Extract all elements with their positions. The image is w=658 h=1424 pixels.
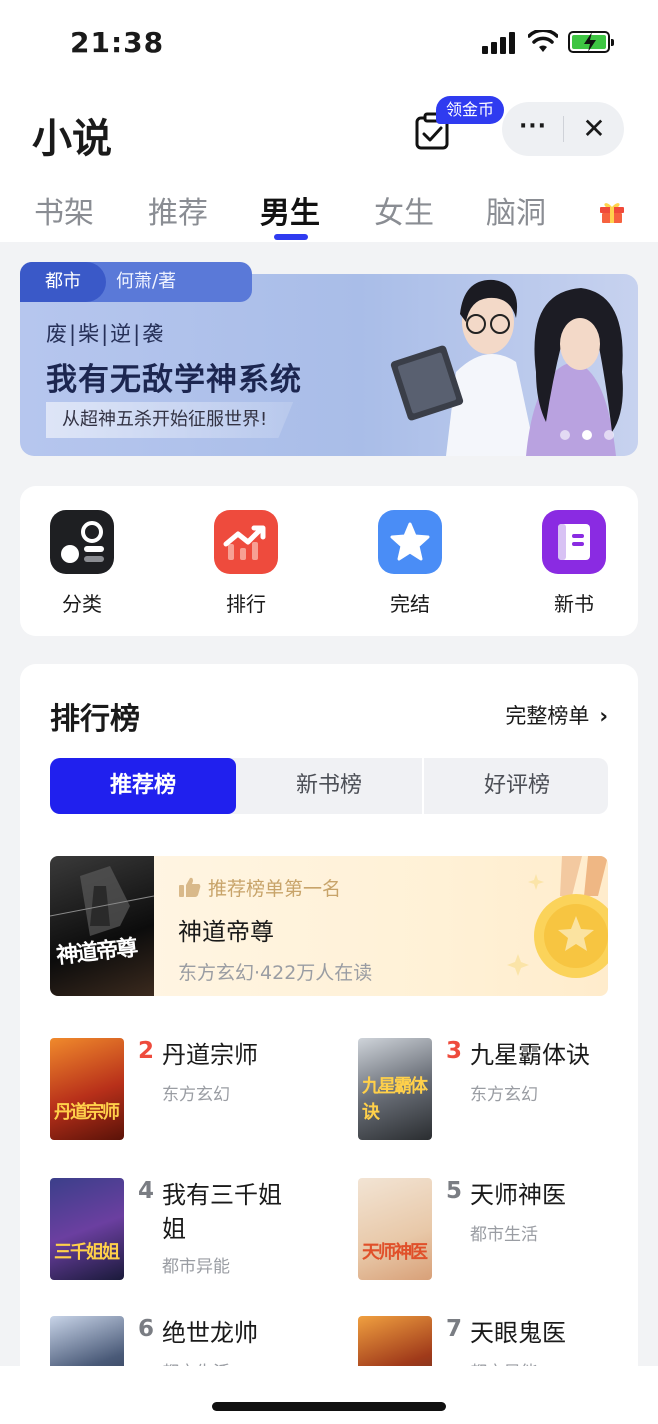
entry-category[interactable]: 分类 bbox=[42, 510, 122, 620]
list-item-rank-2[interactable]: 丹道宗师 2 丹道宗师 东方玄幻 bbox=[50, 1038, 320, 1148]
rank-number: 3 bbox=[446, 1038, 463, 1064]
tab-new-books-list[interactable]: 新书榜 bbox=[236, 758, 422, 814]
entry-ranking[interactable]: 排行 bbox=[206, 510, 286, 620]
full-list-link[interactable]: 完整榜单 › bbox=[505, 700, 608, 730]
top1-kicker-label: 推荐榜单第一名 bbox=[208, 878, 342, 900]
cover-title: 丹道宗师 bbox=[54, 1102, 120, 1123]
book-title: 丹道宗师 bbox=[162, 1041, 258, 1069]
active-tab-indicator bbox=[274, 234, 308, 240]
gold-medal-icon bbox=[507, 856, 608, 978]
quick-entry-card: 分类 排行 完结 新书 bbox=[20, 486, 638, 636]
book-title: 我有三千姐姐 bbox=[162, 1181, 282, 1243]
book-genre: 都市异能 bbox=[162, 1257, 230, 1277]
book-genre: 都市生活 bbox=[470, 1225, 538, 1245]
signal-icon bbox=[482, 30, 516, 54]
wifi-icon bbox=[528, 30, 558, 52]
charging-icon bbox=[584, 32, 596, 52]
star-icon bbox=[378, 510, 442, 574]
book-title: 九星霸体诀 bbox=[470, 1041, 590, 1069]
cover-title: 天师神医 bbox=[362, 1242, 428, 1263]
list-item-rank-4[interactable]: 三千姐姐 4 我有三千姐姐 都市异能 bbox=[50, 1178, 320, 1288]
thumbs-up-icon bbox=[179, 877, 201, 897]
banner-genre: 都市 bbox=[20, 262, 106, 302]
book-cover: 天师神医 bbox=[358, 1178, 432, 1280]
status-time: 21:38 bbox=[70, 26, 165, 59]
miniapp-capsule: ··· ✕ bbox=[502, 102, 624, 156]
chevron-right-icon: › bbox=[599, 704, 608, 728]
rank-number: 7 bbox=[446, 1316, 463, 1342]
tab-recommend[interactable]: 推荐 bbox=[148, 188, 208, 232]
entry-new-books[interactable]: 新书 bbox=[534, 510, 614, 620]
channel-tabs: 书架 推荐 男生 女生 脑洞 bbox=[0, 188, 658, 238]
top1-kicker: 推荐榜单第一名 bbox=[178, 874, 341, 901]
list-item-rank-3[interactable]: 九星霸体诀 3 九星霸体诀 东方玄幻 bbox=[358, 1038, 628, 1148]
home-indicator[interactable] bbox=[212, 1402, 446, 1411]
book-cover: 神道帝尊 bbox=[50, 856, 154, 996]
banner-slogan: 从超神五杀开始征服世界! bbox=[46, 402, 294, 438]
gift-icon[interactable] bbox=[598, 198, 626, 224]
app-header: 小说 领金币 ··· ✕ 书架 推荐 男生 女生 脑洞 bbox=[0, 88, 658, 242]
book-title: 天眼鬼医 bbox=[470, 1319, 566, 1347]
tab-bookshelf[interactable]: 书架 bbox=[34, 188, 94, 232]
banner-pagination bbox=[560, 430, 630, 442]
tab-top-rated-list[interactable]: 好评榜 bbox=[424, 758, 608, 814]
bottom-safe-area bbox=[0, 1366, 658, 1424]
book-genre: 东方玄幻 bbox=[470, 1085, 538, 1105]
banner-tag: 都市 何萧/著 bbox=[20, 262, 252, 302]
category-icon bbox=[50, 510, 114, 574]
banner-kicker: 废|柴|逆|袭 bbox=[46, 322, 166, 346]
banner-title: 我有无敌学神系统 bbox=[46, 362, 302, 398]
book-title: 天师神医 bbox=[470, 1181, 566, 1209]
promo-banner[interactable]: 都市 何萧/著 废|柴|逆|袭 我有无敌学神系统 从超神五杀开始征服世界! bbox=[20, 262, 638, 456]
banner-author: 何萧/著 bbox=[116, 271, 177, 292]
entry-completed[interactable]: 完结 bbox=[370, 510, 450, 620]
top-ranked-book[interactable]: 神道帝尊 推荐榜单第一名 神道帝尊 东方玄幻·422万人在读 bbox=[50, 856, 608, 996]
rank-number: 4 bbox=[138, 1178, 155, 1204]
status-bar: 21:38 bbox=[0, 0, 658, 88]
book-title: 神道帝尊 bbox=[178, 918, 274, 946]
book-meta: 东方玄幻·422万人在读 bbox=[178, 962, 373, 984]
ranking-segmented-control: 推荐榜 新书榜 好评榜 bbox=[50, 758, 608, 814]
entry-label: 新书 bbox=[554, 592, 594, 616]
book-cover: 三千姐姐 bbox=[50, 1178, 124, 1280]
tab-male[interactable]: 男生 bbox=[260, 188, 320, 232]
tab-female[interactable]: 女生 bbox=[374, 188, 434, 232]
book-title: 绝世龙帅 bbox=[162, 1319, 258, 1347]
rank-number: 5 bbox=[446, 1178, 463, 1204]
rank-number: 2 bbox=[138, 1038, 155, 1064]
cover-title: 三千姐姐 bbox=[54, 1242, 120, 1263]
book-cover: 丹道宗师 bbox=[50, 1038, 124, 1140]
claim-coins-badge[interactable]: 领金币 bbox=[436, 96, 505, 124]
tab-brainstorm[interactable]: 脑洞 bbox=[486, 188, 546, 232]
entry-label: 分类 bbox=[62, 592, 102, 616]
full-list-label: 完整榜单 bbox=[505, 704, 590, 728]
book-cover: 九星霸体诀 bbox=[358, 1038, 432, 1140]
rank-number: 6 bbox=[138, 1316, 155, 1342]
entry-label: 完结 bbox=[390, 592, 430, 616]
book-genre: 东方玄幻 bbox=[162, 1085, 230, 1105]
entry-label: 排行 bbox=[226, 592, 266, 616]
more-button[interactable]: ··· bbox=[502, 102, 564, 156]
book-icon bbox=[542, 510, 606, 574]
list-item-rank-5[interactable]: 天师神医 5 天师神医 都市生活 bbox=[358, 1178, 628, 1288]
close-button[interactable]: ✕ bbox=[564, 102, 624, 156]
banner-illustration bbox=[390, 279, 623, 456]
ranking-title: 排行榜 bbox=[50, 702, 140, 737]
page-title: 小说 bbox=[32, 116, 112, 162]
tab-recommend-list[interactable]: 推荐榜 bbox=[50, 758, 236, 814]
ranking-card: 排行榜 完整榜单 › 推荐榜 新书榜 好评榜 神道帝尊 推荐榜单第一名 神道帝尊 … bbox=[20, 664, 638, 1418]
cover-title: 九星霸体诀 bbox=[362, 1076, 428, 1123]
trend-chart-icon bbox=[214, 510, 278, 574]
